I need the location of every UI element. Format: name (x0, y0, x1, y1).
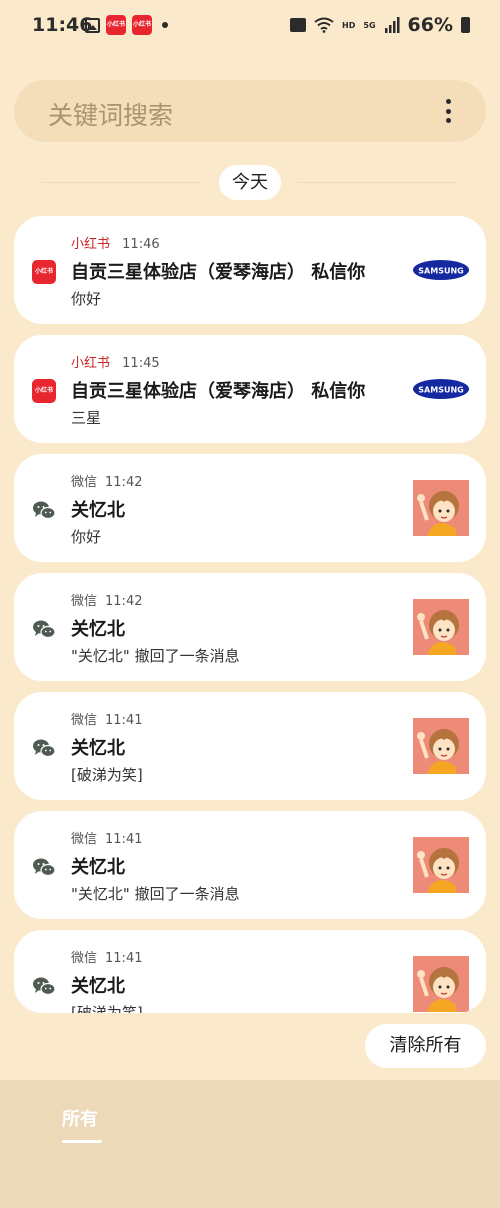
notification-time: 11:45 (122, 356, 160, 371)
notification-card[interactable]: 微信 11:42 关忆北 "关忆北" 撤回了一条消息 (14, 573, 486, 681)
xiaohongshu-status-icon: 小红书 (132, 15, 152, 35)
notification-title: 关忆北 (71, 500, 125, 521)
notification-app-name: 小红书 (71, 237, 111, 252)
samsung-logo: SAMSUNG (413, 379, 469, 399)
notification-title: 自贡三星体验店（爱琴海店） 私信你 (71, 262, 366, 283)
avatar (413, 718, 469, 774)
notification-body: 你好 (71, 528, 102, 546)
more-notifications-dot-icon (162, 22, 168, 28)
notification-body: 三星 (71, 409, 102, 427)
wechat-icon (32, 498, 56, 522)
xiaohongshu-status-icon: 小红书 (106, 15, 126, 35)
notification-app-name: 微信 (71, 475, 98, 490)
svg-text:SAMSUNG: SAMSUNG (418, 267, 463, 276)
notification-title: 关忆北 (71, 619, 125, 640)
notification-app-name: 小红书 (71, 356, 111, 371)
avatar (413, 837, 469, 893)
notification-time: 11:42 (105, 475, 143, 490)
avatar (413, 956, 469, 1012)
notification-body: 你好 (71, 290, 102, 308)
search-input[interactable]: 关键词搜索 (48, 96, 173, 132)
notification-card[interactable]: 微信 11:41 关忆北 [破涕为笑] (14, 692, 486, 800)
date-header: 今天 (219, 165, 281, 200)
notification-time: 11:46 (122, 237, 160, 252)
wifi-icon (314, 17, 334, 33)
battery-icon (461, 17, 470, 33)
xiaohongshu-icon: 小红书 (32, 260, 56, 284)
bottom-tab-bar (0, 1080, 500, 1208)
5g-indicator: 5G (363, 20, 376, 30)
notification-card[interactable]: 微信 11:42 关忆北你好 (14, 454, 486, 562)
tab-indicator (62, 1140, 102, 1143)
svg-text:SAMSUNG: SAMSUNG (418, 386, 463, 395)
notification-time: 11:42 (105, 594, 143, 609)
notification-title: 关忆北 (71, 976, 125, 997)
notification-card[interactable]: 小红书 小红书 11:46 自贡三星体验店（爱琴海店） 私信你 你好 SAMSU… (14, 216, 486, 324)
notification-app-name: 微信 (71, 713, 98, 728)
notification-body: [破涕为笑] (71, 766, 143, 784)
wechat-icon (32, 617, 56, 641)
wechat-icon (32, 736, 56, 760)
status-bar: 11:46 小红书 小红书 HD 5G 66% (0, 0, 500, 52)
wechat-icon (32, 855, 56, 879)
battery-percentage: 66% (407, 14, 453, 36)
wechat-icon (32, 974, 56, 998)
tab-all[interactable]: 所有 (62, 1105, 98, 1131)
notification-title: 关忆北 (71, 857, 125, 878)
status-time: 11:46 (32, 14, 93, 36)
notification-body: "关忆北" 撤回了一条消息 (71, 885, 240, 903)
samsung-logo: SAMSUNG (413, 260, 469, 280)
message-icon (290, 18, 307, 32)
more-options-icon[interactable] (446, 99, 452, 123)
notification-app-name: 微信 (71, 832, 98, 847)
notification-title: 关忆北 (71, 738, 125, 759)
notification-card[interactable]: 小红书 小红书 11:45 自贡三星体验店（爱琴海店） 私信你 三星 SAMSU… (14, 335, 486, 443)
xiaohongshu-icon: 小红书 (32, 379, 56, 403)
notification-card[interactable]: 微信 11:41 关忆北 "关忆北" 撤回了一条消息 (14, 811, 486, 919)
clear-all-button[interactable]: 清除所有 (365, 1024, 486, 1068)
notification-card[interactable]: 微信 11:41 关忆北 [破涕为笑] (14, 930, 486, 1013)
divider-left (42, 182, 202, 183)
signal-icon (384, 17, 400, 33)
notification-title: 自贡三星体验店（爱琴海店） 私信你 (71, 381, 366, 402)
notification-app-name: 微信 (71, 594, 98, 609)
notification-app-name: 微信 (71, 951, 98, 966)
search-bar[interactable]: 关键词搜索 (14, 80, 486, 142)
hd-indicator: HD (342, 20, 356, 30)
divider-right (298, 182, 458, 183)
notification-time: 11:41 (105, 713, 143, 728)
notification-body: [破涕为笑] (71, 1004, 143, 1013)
notification-body: "关忆北" 撤回了一条消息 (71, 647, 240, 665)
gallery-icon (85, 17, 100, 33)
notification-time: 11:41 (105, 951, 143, 966)
avatar (413, 599, 469, 655)
avatar (413, 480, 469, 536)
notification-time: 11:41 (105, 832, 143, 847)
